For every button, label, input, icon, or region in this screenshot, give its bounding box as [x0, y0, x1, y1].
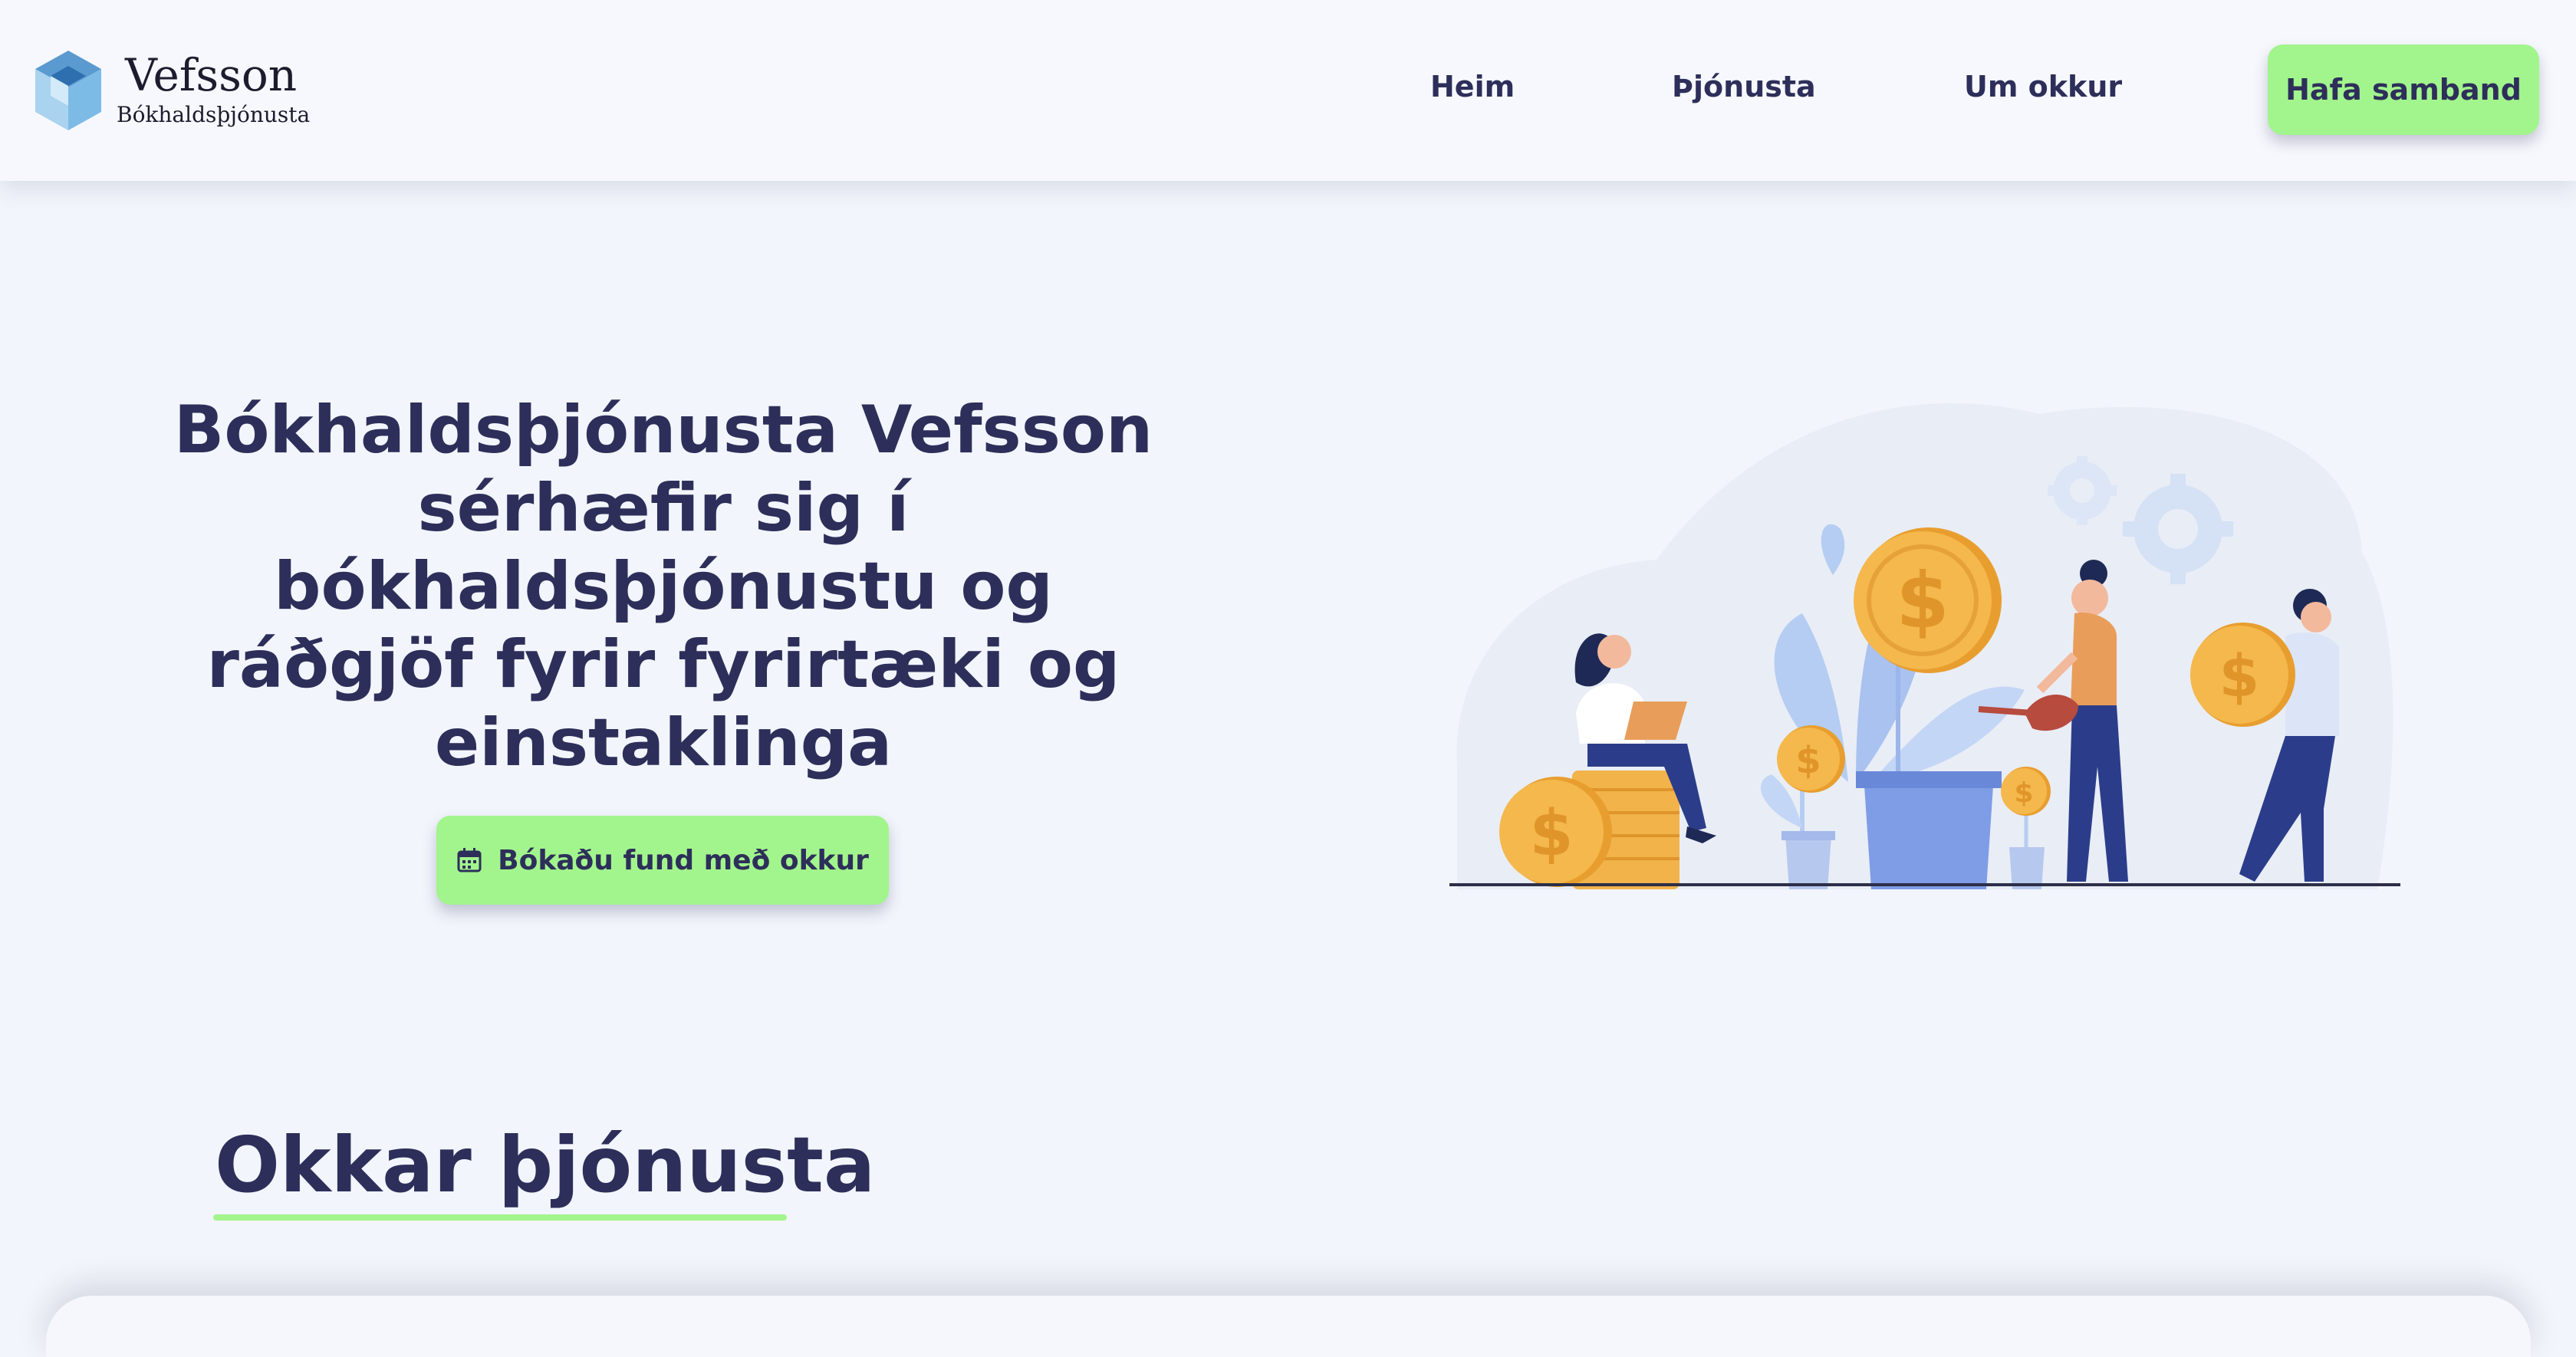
carried-coin-icon: $: [2190, 623, 2295, 727]
book-meeting-button[interactable]: Bókaðu fund með okkur: [436, 816, 889, 905]
calendar-icon: [457, 848, 482, 872]
svg-text:$: $: [1795, 739, 1821, 782]
svg-text:$: $: [1896, 556, 1949, 646]
brand-tagline: Bókhaldsþjónusta: [117, 102, 311, 127]
finance-growth-illustration: $ $ $ $ $: [1449, 402, 2400, 889]
nav-link-home[interactable]: Heim: [1430, 66, 1515, 107]
contact-button[interactable]: Hafa samband: [2268, 44, 2539, 135]
cube-logo-icon[interactable]: [35, 51, 101, 130]
site-header: Vefsson Bókhaldsþjónusta Heim Þjónusta U…: [0, 0, 2576, 181]
services-card: [46, 1296, 2531, 1357]
nav-link-about[interactable]: Um okkur: [1964, 66, 2122, 107]
svg-text:$: $: [2219, 642, 2260, 710]
brand-name[interactable]: Vefsson: [125, 48, 297, 103]
hero-title: Bókhaldsþjónusta Vefsson sérhæfir sig í …: [173, 392, 1153, 781]
services-heading: Okkar þjónusta: [215, 1120, 876, 1210]
nav-link-services[interactable]: Þjónusta: [1672, 66, 1816, 107]
heading-underline: [213, 1214, 787, 1221]
svg-text:$: $: [2014, 777, 2033, 809]
book-meeting-label: Bókaðu fund með okkur: [498, 844, 869, 876]
svg-text:$: $: [1529, 797, 1573, 870]
